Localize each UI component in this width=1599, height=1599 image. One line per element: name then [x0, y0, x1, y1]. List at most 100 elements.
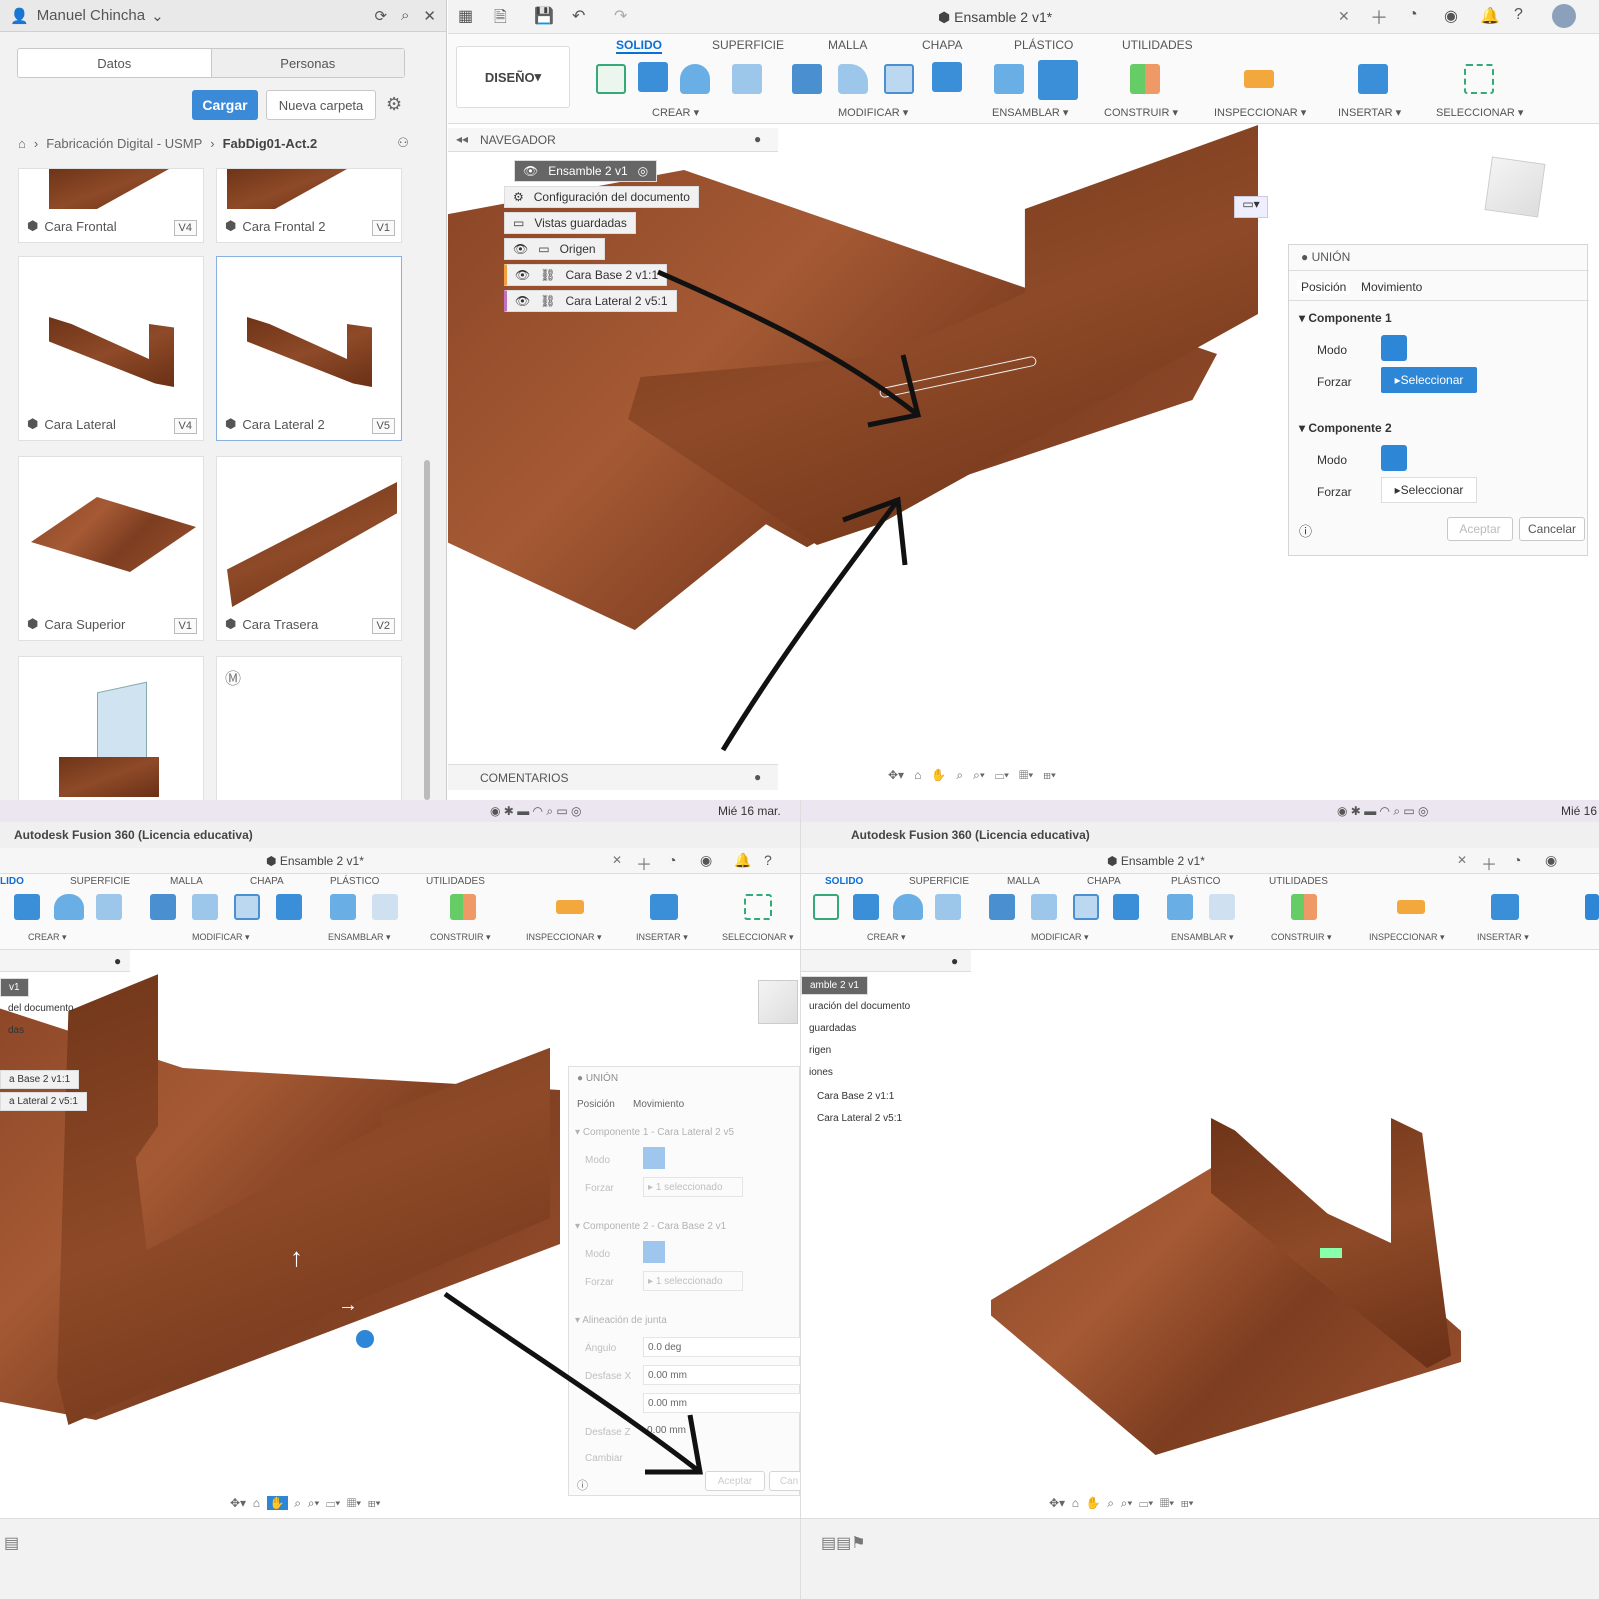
- file-tile[interactable]: ⬢ Cara Superior V1: [18, 456, 204, 641]
- new-component-icon[interactable]: [330, 894, 356, 920]
- close-icon[interactable]: ✕: [423, 7, 436, 25]
- component1-header[interactable]: ▾ Componente 1 - Cara Lateral 2 v5: [575, 1127, 734, 1138]
- file-tile[interactable]: ⬢ Cara Trasera V2: [216, 456, 402, 641]
- group-inspeccionar[interactable]: INSPECCIONAR ▾: [526, 932, 602, 943]
- eye-icon[interactable]: 👁: [515, 268, 530, 282]
- workspace-dropdown[interactable]: DISEÑO ▾: [456, 46, 570, 108]
- navigator-item[interactable]: a Lateral 2 v5:1: [0, 1092, 87, 1111]
- avatar[interactable]: [1552, 4, 1576, 28]
- scrollbar[interactable]: [424, 460, 430, 800]
- file-tile[interactable]: [18, 656, 204, 800]
- new-component-icon[interactable]: [994, 64, 1024, 94]
- sketch-icon[interactable]: [596, 64, 626, 94]
- joint-icon[interactable]: [372, 894, 398, 920]
- orbit-icon[interactable]: ✥▾: [230, 1496, 246, 1510]
- group-crear[interactable]: CREAR ▾: [652, 106, 699, 119]
- insert-image-icon[interactable]: [1491, 894, 1519, 920]
- redo-icon[interactable]: ↷: [614, 6, 627, 26]
- close-tab-icon[interactable]: ✕: [1338, 8, 1350, 25]
- version-badge[interactable]: V1: [371, 220, 395, 236]
- job-status-icon[interactable]: ◔: [1408, 6, 1418, 24]
- tab-malla[interactable]: MALLA: [1007, 876, 1040, 887]
- collapse-icon[interactable]: ◂◂: [456, 132, 468, 146]
- tab-solido[interactable]: SOLIDO: [825, 876, 863, 887]
- grid-menu-icon[interactable]: ▦: [458, 6, 473, 26]
- group-insertar[interactable]: INSERTAR ▾: [1338, 106, 1401, 119]
- mode-simple-icon[interactable]: [1381, 335, 1407, 361]
- offset-x-input[interactable]: 0.00 mm: [643, 1365, 800, 1385]
- measure-icon[interactable]: [1244, 70, 1274, 88]
- fillet-icon[interactable]: [192, 894, 218, 920]
- extrude-icon[interactable]: [638, 62, 668, 92]
- grid-icon[interactable]: ▦▾: [347, 1496, 361, 1510]
- select-icon[interactable]: [744, 894, 772, 920]
- help-icon[interactable]: ?: [1514, 6, 1523, 24]
- tab-plastico[interactable]: PLÁSTICO: [1171, 876, 1220, 887]
- navigator-item[interactable]: uración del documento: [801, 998, 918, 1015]
- component2-header[interactable]: ▾ Componente 2: [1299, 421, 1392, 435]
- display-icon[interactable]: ▭▾: [1139, 1496, 1153, 1510]
- tab-personas[interactable]: Personas: [210, 49, 404, 77]
- tab-chapa[interactable]: CHAPA: [922, 38, 962, 52]
- shell-icon[interactable]: [732, 64, 762, 94]
- new-tab-icon[interactable]: ＋: [636, 851, 652, 875]
- insert-image-icon[interactable]: [650, 894, 678, 920]
- eye-icon[interactable]: 👁: [523, 164, 538, 178]
- group-construir[interactable]: CONSTRUIR ▾: [1104, 106, 1178, 119]
- doc-tab[interactable]: ⬢ Ensamble 2 v1*: [1107, 854, 1205, 868]
- version-badge[interactable]: V1: [173, 618, 197, 634]
- offset-plane-icon[interactable]: [450, 894, 476, 920]
- selection-field[interactable]: ▸ 1 seleccionado: [643, 1177, 743, 1197]
- timeline-item-icon[interactable]: ▤: [4, 1533, 19, 1553]
- fillet-icon[interactable]: [838, 64, 868, 94]
- pin-icon[interactable]: ●: [754, 770, 761, 784]
- comments-bar[interactable]: COMENTARIOS ●: [448, 764, 778, 790]
- doc-tab[interactable]: ⬢ Ensamble 2 v1*: [266, 854, 364, 868]
- timeline-item-icon[interactable]: ▤▤⚑: [821, 1533, 866, 1553]
- component2-header[interactable]: ▾ Componente 2 - Cara Base 2 v1: [575, 1221, 726, 1232]
- zoom-icon[interactable]: ⌕: [294, 1496, 301, 1510]
- new-component-icon[interactable]: [1167, 894, 1193, 920]
- viewports-icon[interactable]: ⊞▾: [1181, 1496, 1194, 1510]
- target-icon[interactable]: ◎: [638, 164, 648, 178]
- selection-field[interactable]: ▸ 1 seleccionado: [643, 1271, 743, 1291]
- chevron-down-icon[interactable]: ⌄: [151, 7, 164, 25]
- tab-chapa[interactable]: CHAPA: [250, 876, 284, 887]
- eye-icon[interactable]: 👁: [513, 242, 528, 256]
- tab-plastico[interactable]: PLÁSTICO: [330, 876, 379, 887]
- group-seleccionar[interactable]: SELECCIONAR ▾: [722, 932, 794, 943]
- people-icon[interactable]: ⚇: [397, 135, 409, 151]
- tab-solido[interactable]: LIDO: [0, 876, 24, 887]
- fit-icon[interactable]: ⌕▾: [308, 1496, 320, 1510]
- navigator-item[interactable]: guardadas: [801, 1020, 864, 1037]
- navigator-item[interactable]: Cara Base 2 v1:1: [809, 1088, 902, 1105]
- press-pull-icon[interactable]: [150, 894, 176, 920]
- extensions-icon[interactable]: ◉: [700, 852, 712, 869]
- mode-simple-icon[interactable]: [1381, 445, 1407, 471]
- close-tab-icon[interactable]: ✕: [612, 853, 622, 867]
- tab-malla[interactable]: MALLA: [828, 38, 867, 52]
- rotate-handle[interactable]: [356, 1330, 374, 1348]
- save-icon[interactable]: 💾: [534, 6, 554, 26]
- group-ensamblar[interactable]: ENSAMBLAR ▾: [1171, 932, 1234, 943]
- home-icon[interactable]: ⌂: [18, 136, 26, 151]
- orbit-icon[interactable]: ✥▾: [888, 768, 904, 782]
- file-icon[interactable]: 🗎: [494, 6, 507, 33]
- search-icon[interactable]: ⌕: [401, 7, 409, 24]
- file-tile[interactable]: ⬢ Cara Lateral V4: [18, 256, 204, 441]
- extensions-icon[interactable]: ◉: [1545, 852, 1557, 869]
- shell-icon[interactable]: [96, 894, 122, 920]
- fillet-icon[interactable]: [1031, 894, 1057, 920]
- mode-simple-icon[interactable]: [643, 1147, 665, 1169]
- navigator-item[interactable]: Cara Lateral 2 v5:1: [809, 1110, 910, 1127]
- navigator-root[interactable]: v1: [0, 978, 29, 997]
- tab-utilidades[interactable]: UTILIDADES: [1269, 876, 1328, 887]
- navigator-item[interactable]: del documento: [0, 1000, 82, 1017]
- navigator-root[interactable]: 👁 Ensamble 2 v1 ◎: [514, 160, 658, 182]
- view-cube[interactable]: [1484, 156, 1546, 218]
- navigator-item[interactable]: ⚙ Configuración del documento: [504, 186, 699, 208]
- tab-chapa[interactable]: CHAPA: [1087, 876, 1121, 887]
- grid-icon[interactable]: ▦▾: [1019, 768, 1033, 782]
- move-right-arrow-icon[interactable]: →: [338, 1294, 358, 1317]
- group-seleccionar[interactable]: SELECCIONAR ▾: [1436, 106, 1523, 119]
